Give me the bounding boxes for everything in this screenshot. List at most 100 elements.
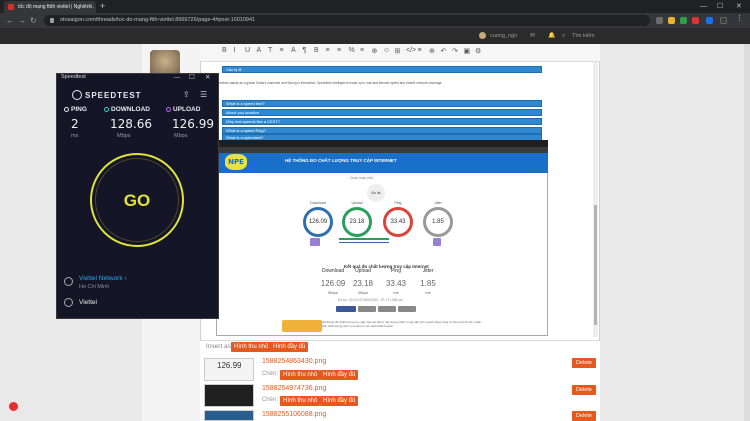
thumb-number: 126.99 xyxy=(217,361,242,370)
tab-title: tốc độ mạng fttth viettel | Nghiên... xyxy=(18,4,94,10)
insert-full-button[interactable]: Hình đầy đủ xyxy=(320,370,359,380)
download-label: DOWNLOAD xyxy=(111,106,150,113)
network-name[interactable]: Viettel Network › xyxy=(79,275,127,282)
address-bar[interactable]: otosaigon.com/threads/toc-do-mang-ftth-v… xyxy=(44,15,650,26)
editor-tool-icon[interactable]: ≡ xyxy=(360,47,364,54)
user-icon xyxy=(64,298,73,307)
editor-tool-icon[interactable]: ¶ xyxy=(303,47,307,54)
result-header: Upload xyxy=(355,268,371,274)
insert-thumbnail-button[interactable]: Hình thu nhỏ xyxy=(231,342,272,352)
mail-icon[interactable]: ✉ xyxy=(530,28,535,44)
result-value: 1.85 xyxy=(420,279,436,288)
forward-icon[interactable]: → xyxy=(18,13,26,28)
editor-tool-icon[interactable]: U xyxy=(245,47,250,54)
notification-bell-icon[interactable] xyxy=(8,401,19,412)
network-location: Ho Chi Minh xyxy=(79,284,110,290)
faq-row: What is a speed Flag? xyxy=(222,127,542,134)
extension-icon[interactable] xyxy=(680,17,687,24)
page-scrollbar[interactable] xyxy=(744,44,750,421)
embedded-tab-strip xyxy=(216,140,548,147)
footer-illustration xyxy=(282,320,322,332)
attachment-thumbnail[interactable] xyxy=(204,410,254,421)
delete-button[interactable]: Delete xyxy=(572,385,596,395)
speedtest-logo-icon xyxy=(72,90,82,100)
result-unit: ms xyxy=(393,290,399,295)
user-avatar[interactable] xyxy=(479,32,486,39)
server-icon xyxy=(433,238,441,246)
extension-icon[interactable] xyxy=(668,17,675,24)
back-icon[interactable]: ← xyxy=(6,13,14,28)
editor-tool-icon[interactable]: ⊕ xyxy=(429,47,435,55)
result-value: 126.09 xyxy=(320,279,346,288)
search-icon[interactable]: ⌕ xyxy=(562,28,565,44)
editor-tool-icon[interactable]: ⚙ xyxy=(475,47,481,55)
delete-button[interactable]: Delete xyxy=(572,411,596,421)
profile-avatar-icon[interactable] xyxy=(720,17,727,24)
download-gauge: 126.09 xyxy=(303,207,333,237)
result-subtitle: Đo lúc: 15:24:33 24/04/2020 - IP: 171.24… xyxy=(338,298,403,302)
extension-icon[interactable] xyxy=(706,17,713,24)
editor-tool-icon[interactable]: ⊕ xyxy=(372,47,378,55)
upload-unit: Mbps xyxy=(174,133,188,139)
editor-tool-icon[interactable]: T xyxy=(268,47,272,54)
editor-tool-icon[interactable]: ⊞ xyxy=(395,47,401,55)
editor-tool-icon[interactable]: ≡ xyxy=(326,47,330,54)
editor-tool-icon[interactable]: B xyxy=(314,47,319,54)
gauge-label: Upload xyxy=(351,201,363,205)
editor-tool-icon[interactable]: ≡ xyxy=(418,47,422,54)
app-close-button[interactable]: ✕ xyxy=(205,73,210,82)
vnnic-logo: NPE xyxy=(225,154,247,170)
username[interactable]: cuong_ngo xyxy=(490,28,517,44)
result-unit: Mbps xyxy=(358,290,368,295)
app-minimize-button[interactable]: — xyxy=(174,73,181,82)
close-window-button[interactable]: ✕ xyxy=(736,0,742,13)
share-button xyxy=(398,306,416,312)
insert-full-button[interactable]: Hình đầy đủ xyxy=(270,342,309,352)
faq-row: Vào tỷ lệ xyxy=(222,66,542,73)
upload-value: 126.99 xyxy=(172,117,214,131)
attachment-thumbnail[interactable]: 126.99 xyxy=(204,358,254,381)
search-link[interactable]: Tìm kiếm xyxy=(572,28,595,44)
editor-tool-icon[interactable]: </> xyxy=(406,47,416,54)
editor-tool-icon[interactable]: I xyxy=(234,47,236,54)
bell-icon[interactable]: 🔔 xyxy=(548,28,555,44)
gauge-label: Ping xyxy=(394,201,402,205)
minimize-button[interactable]: — xyxy=(700,0,707,13)
share-facebook-button xyxy=(336,306,356,312)
insert-thumbnail-button[interactable]: Hình thu nhỏ xyxy=(280,396,321,406)
result-header: Jitter xyxy=(422,268,434,274)
editor-scroll-thumb[interactable] xyxy=(594,205,597,325)
attachment-thumbnail[interactable] xyxy=(204,384,254,407)
menu-icon[interactable]: ☰ xyxy=(200,90,207,99)
star-icon[interactable] xyxy=(656,17,663,24)
editor-tool-icon[interactable]: ☺ xyxy=(383,47,390,54)
reload-icon[interactable]: ↻ xyxy=(30,13,37,28)
extension-icon[interactable] xyxy=(692,17,699,24)
editor-tool-icon[interactable]: % xyxy=(349,47,355,54)
editor-tool-icon[interactable]: ≡ xyxy=(337,47,341,54)
insert-thumbnail-button[interactable]: Hình thu nhỏ xyxy=(280,370,321,380)
browser-tab[interactable]: tốc độ mạng fttth viettel | Nghiên... ✕ xyxy=(4,1,96,13)
editor-tool-icon[interactable]: A xyxy=(257,47,262,54)
insert-full-button[interactable]: Hình đầy đủ xyxy=(320,396,359,406)
menu-icon[interactable]: ⋮ xyxy=(736,14,743,22)
maximize-button[interactable]: ☐ xyxy=(717,0,723,13)
gauge-label: Download xyxy=(310,201,326,205)
attachment-filename[interactable]: 1588254863430.png xyxy=(262,358,326,365)
app-window-title: Speedtest xyxy=(61,74,86,80)
editor-tool-icon[interactable]: ≡ xyxy=(280,47,284,54)
share-icon[interactable]: ⇪ xyxy=(183,90,190,99)
editor-tool-icon[interactable]: ▣ xyxy=(464,47,471,55)
editor-tool-icon[interactable]: ↷ xyxy=(452,47,458,55)
delete-button[interactable]: Delete xyxy=(572,358,596,368)
new-tab-button[interactable]: + xyxy=(100,0,105,13)
editor-tool-icon[interactable]: A xyxy=(291,47,296,54)
attachment-filename[interactable]: 1588255106088.png xyxy=(262,411,326,418)
download-icon xyxy=(104,106,109,112)
attachment-filename[interactable]: 1588254974736.png xyxy=(262,385,326,392)
editor-tool-icon[interactable]: B xyxy=(222,47,227,54)
close-tab-icon[interactable]: ✕ xyxy=(88,1,93,13)
editor-tool-icon[interactable]: ↶ xyxy=(441,47,447,55)
go-label[interactable]: GO xyxy=(92,191,182,211)
app-maximize-button[interactable]: ☐ xyxy=(189,73,195,82)
